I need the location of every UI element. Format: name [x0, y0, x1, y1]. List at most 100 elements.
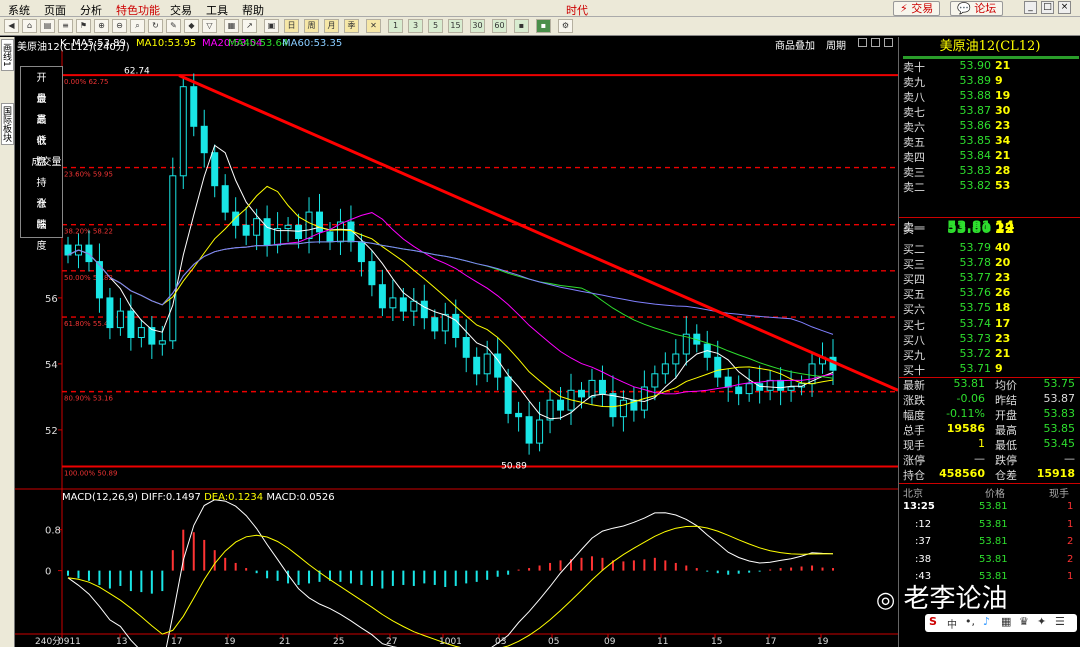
period-link[interactable]: 周期 — [826, 37, 846, 52]
ma60-line — [67, 240, 834, 335]
candle-body — [137, 327, 145, 339]
tool-a-icon[interactable]: ▣ — [264, 19, 279, 33]
stat-value: 19586 — [946, 422, 985, 435]
filter-icon[interactable]: ▽ — [202, 19, 217, 33]
week-icon[interactable]: 周 — [304, 19, 319, 33]
menu-help[interactable]: 帮助 — [242, 2, 264, 18]
home-icon[interactable]: ⌂ — [22, 19, 37, 33]
ime-zh-icon[interactable]: 中 — [947, 616, 957, 631]
close-chart-icon[interactable] — [884, 38, 893, 47]
overlay-link[interactable]: 商品叠加 — [775, 37, 815, 52]
search-icon[interactable]: ⌕ — [130, 19, 145, 33]
stat-label: 均价 — [995, 379, 1017, 392]
settings-icon[interactable]: ⚙ — [558, 19, 573, 33]
zoom-in-icon[interactable]: ⊕ — [94, 19, 109, 33]
draw-tab[interactable]: 画线1 — [1, 39, 14, 71]
day-icon[interactable]: 日 — [284, 19, 299, 33]
candle-body — [651, 373, 659, 388]
zoom-out-icon[interactable]: ⊖ — [112, 19, 127, 33]
menu-tools[interactable]: 工具 — [206, 2, 228, 18]
signal-icon[interactable]: ⚑ — [76, 19, 91, 33]
buy-row-volume: 18 — [995, 301, 1011, 315]
stat-value: 53.75 — [1043, 377, 1076, 390]
multi-icon[interactable]: ✕ — [366, 19, 381, 33]
refresh-icon[interactable]: ↻ — [148, 19, 163, 33]
quote-icon[interactable]: ▤ — [40, 19, 55, 33]
buy-row: 买八 53.73 23 — [899, 332, 1080, 347]
buy-row-price: 53.78 — [959, 256, 992, 270]
ime-tool-icon[interactable]: ✦ — [1037, 615, 1046, 628]
menu-trade[interactable]: 交易 — [170, 2, 192, 18]
pct-row: 幅度 — [21, 215, 64, 252]
period-custom-icon[interactable]: ▪ — [514, 19, 529, 33]
tag-icon[interactable]: ◆ — [184, 19, 199, 33]
fib-label: 50.00% 56.82 — [64, 274, 113, 282]
period-5-button[interactable]: 5 — [428, 19, 443, 33]
chart-header: 美原油12(CL12)(240分) K MA5:53.89 MA10:53.95… — [15, 37, 898, 53]
candle-body — [588, 379, 596, 398]
menu-page[interactable]: 页面 — [44, 2, 66, 18]
season-icon[interactable]: 季 — [344, 19, 359, 33]
list-icon[interactable]: ≡ — [58, 19, 73, 33]
chart-icon[interactable]: ↗ — [242, 19, 257, 33]
stat-label: 跌停 — [995, 454, 1017, 467]
menu-system[interactable]: 系统 — [8, 2, 30, 18]
buy-row-price: 53.76 — [959, 286, 992, 300]
grid-icon[interactable]: ▦ — [224, 19, 239, 33]
ime-voice-icon[interactable]: ♪ — [983, 615, 990, 628]
stat-value: — — [974, 452, 985, 465]
candle-body — [473, 356, 481, 375]
minimize-icon[interactable]: _ — [1024, 1, 1037, 14]
sell-row-label: 卖三 — [903, 166, 925, 179]
forum-button[interactable]: 💬 论坛 — [950, 1, 1004, 16]
period-30-button[interactable]: 30 — [470, 19, 485, 33]
buy-row-volume: 23 — [995, 271, 1011, 285]
maximize-icon[interactable]: □ — [1041, 1, 1054, 14]
ime-punct-icon[interactable]: •, — [965, 615, 975, 628]
sell-row-label: 卖八 — [903, 91, 925, 104]
month-icon[interactable]: 月 — [324, 19, 339, 33]
macd-diff-line — [67, 499, 834, 647]
x-tick-label: 19 — [817, 637, 829, 647]
menu-analysis[interactable]: 分析 — [80, 2, 102, 18]
ime-keyboard-icon[interactable]: ▦ — [1001, 615, 1011, 628]
period-15-button[interactable]: 15 — [448, 19, 463, 33]
tick-qty: 1 — [1067, 518, 1074, 530]
timeframe-label: 240分 — [35, 636, 61, 647]
menu-special[interactable]: 特色功能 — [116, 2, 160, 18]
layout-icon[interactable] — [858, 38, 867, 47]
period-3-button[interactable]: 3 — [408, 19, 423, 33]
candle-body — [724, 376, 732, 388]
stat-label: 最新 — [903, 379, 925, 392]
sell-row: 卖九 53.89 9 — [899, 74, 1080, 89]
fib-label: 0.00% 62.75 — [64, 78, 109, 86]
candle-body — [672, 353, 680, 365]
ime-skin-icon[interactable]: ♛ — [1019, 615, 1029, 628]
candle-body — [441, 313, 449, 332]
close-row: 收盘 — [21, 131, 64, 168]
intl-board-tab[interactable]: 国际板块 — [1, 103, 14, 145]
period-60-button[interactable]: 60 — [492, 19, 507, 33]
stat-label: 现手 — [903, 439, 925, 452]
buy-row-volume: 9 — [995, 361, 1003, 375]
back-icon[interactable]: ◀ — [4, 19, 19, 33]
sell-row-label: 卖二 — [903, 181, 925, 194]
tick-price: 53.81 — [979, 536, 1008, 547]
close-icon[interactable]: × — [1058, 1, 1071, 14]
trade-button[interactable]: ⚡ 交易 — [893, 1, 941, 16]
period-1-button[interactable]: 1 — [388, 19, 403, 33]
buy-row-volume: 20 — [995, 256, 1011, 270]
draw-icon[interactable]: ✎ — [166, 19, 181, 33]
fib-label: 100.00% 50.89 — [64, 470, 117, 478]
ime-menu-icon[interactable]: ☰ — [1055, 615, 1065, 628]
buy-row: 买五 53.76 26 — [899, 286, 1080, 301]
period-240-icon[interactable]: ▪ — [536, 19, 551, 33]
ime-s-icon[interactable]: S — [929, 615, 937, 628]
toolbar: ◀ ⌂ ▤ ≡ ⚑ ⊕ ⊖ ⌕ ↻ ✎ ◆ ▽ ▦ ↗ ▣ 日 周 月 季 ✕ … — [0, 17, 1080, 36]
restore-icon[interactable] — [871, 38, 880, 47]
candle-body — [116, 310, 124, 329]
chart-area: 52 54 56 0.00% 62.75 23.60% 59.95 38.20% 58.2… — [15, 37, 898, 647]
buy-row-price: 53.79 — [959, 241, 992, 254]
candle-body — [169, 175, 177, 342]
stat-value: 53.83 — [1043, 407, 1076, 420]
